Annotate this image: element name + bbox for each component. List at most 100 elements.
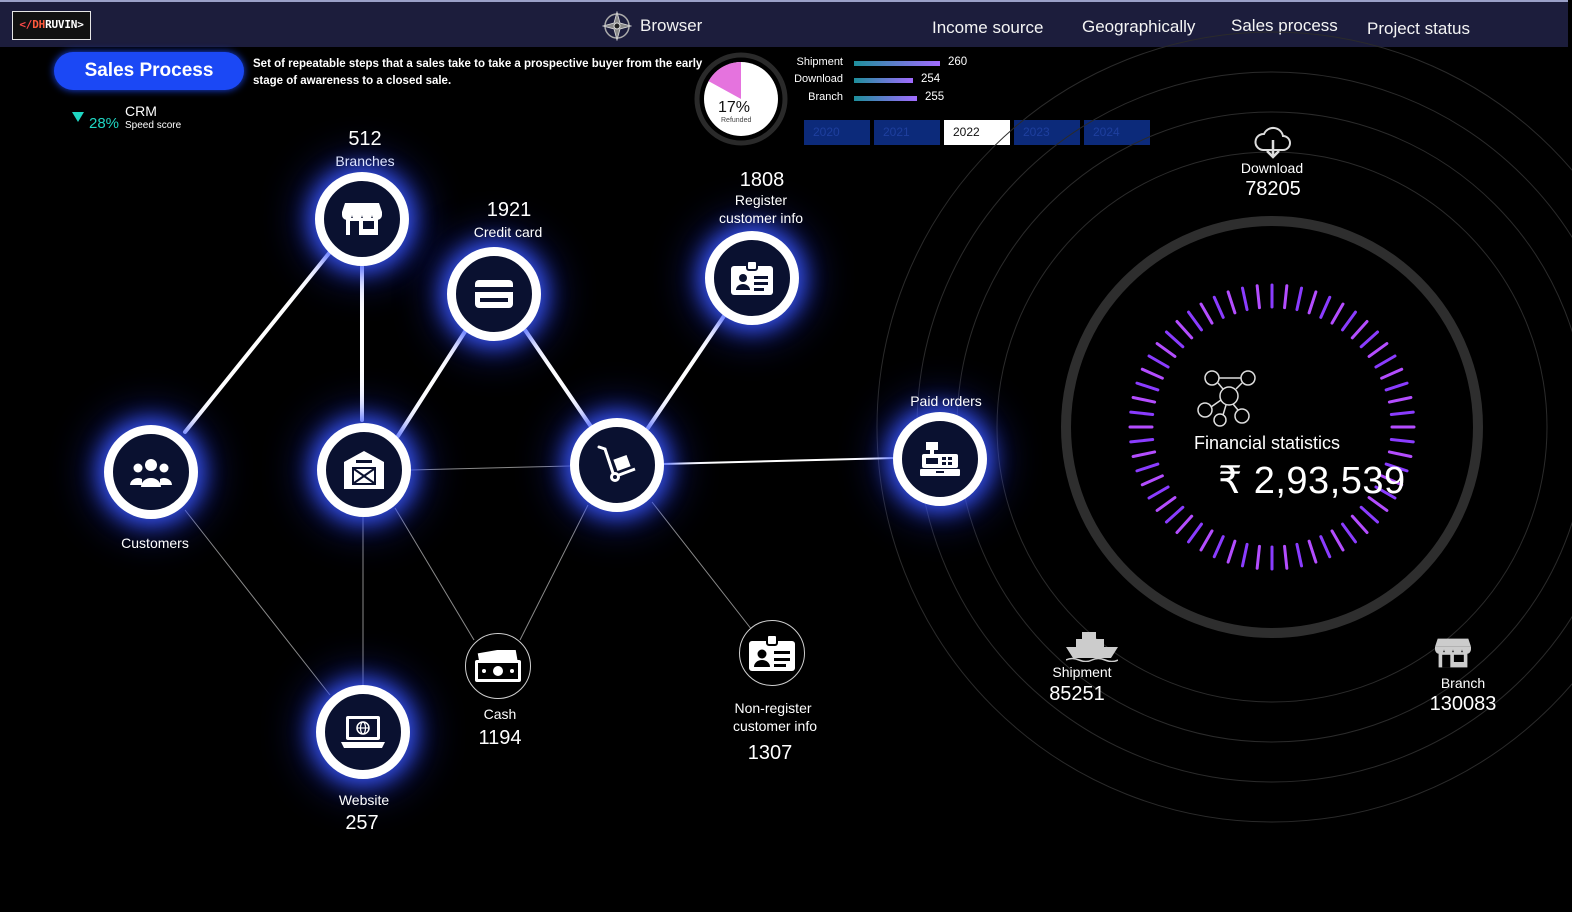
gauge-tick [1255, 544, 1261, 570]
website-value: 257 [345, 812, 379, 834]
credit-card-icon [475, 280, 513, 308]
gauge-tick [1341, 522, 1357, 544]
website-label: Website [338, 792, 390, 808]
delivery-node[interactable] [570, 418, 664, 512]
register-node[interactable] [705, 231, 799, 325]
financial-ring [1061, 216, 1483, 638]
network-canvas [183, 31, 1572, 823]
gauge-tick [1389, 410, 1415, 416]
gauge-tick [1155, 342, 1177, 358]
branch-value: 130083 [1429, 693, 1497, 715]
tick-gauge [1128, 283, 1416, 571]
branch-label: Branch [1440, 675, 1486, 691]
register-label-line1: Register [734, 192, 788, 208]
warehouse-icon [344, 451, 384, 489]
gauge-tick [1359, 330, 1380, 349]
store-icon [1435, 638, 1471, 668]
gauge-tick [1330, 302, 1345, 325]
non-register-label-line2: customer info [732, 718, 818, 734]
non-register-node[interactable] [739, 620, 805, 686]
gauge-tick [1135, 381, 1160, 392]
gauge-tick [1240, 542, 1249, 568]
register-label-line2: customer info [718, 210, 804, 226]
financial-value: ₹ 2,93,539 [1218, 460, 1406, 502]
gauge-tick [1319, 535, 1332, 559]
gauge-tick [1295, 286, 1304, 312]
gauge-tick [1147, 354, 1170, 369]
branches-value: 512 [348, 128, 382, 150]
paid-orders-connection [661, 457, 897, 465]
gauge-tick [1240, 286, 1249, 312]
gauge-tick [1283, 544, 1289, 570]
gauge-tick [1359, 505, 1380, 524]
non-register-value: 1307 [747, 742, 793, 764]
network-people-icon [1197, 370, 1256, 427]
gauge-tick [1341, 310, 1357, 332]
gauge-tick [1387, 395, 1413, 404]
cash-node[interactable] [465, 633, 531, 699]
cash-icon [475, 650, 521, 682]
gauge-tick [1389, 438, 1415, 444]
gauge-tick [1350, 514, 1369, 535]
laptop-icon [341, 716, 385, 748]
gauge-tick [1129, 410, 1155, 416]
users-icon [130, 459, 172, 487]
gauge-tick [1374, 354, 1397, 369]
gauge-tick [1140, 367, 1164, 380]
gauge-tick [1147, 485, 1170, 500]
gauge-tick [1307, 539, 1318, 564]
gauge-tick [1155, 496, 1177, 512]
store-icon [342, 203, 382, 235]
register-value: 1808 [739, 169, 785, 191]
paid-orders-node[interactable] [893, 412, 987, 506]
credit-card-label: Credit card [473, 224, 543, 240]
shipment-value: 85251 [1049, 683, 1105, 705]
cloud-download-icon [1254, 126, 1291, 159]
id-card-icon [731, 261, 773, 295]
paid-orders-label: Paid orders [910, 393, 982, 409]
gauge-tick [1384, 381, 1409, 392]
gauge-tick [1330, 529, 1345, 552]
download-label: Download [1240, 160, 1304, 176]
gauge-tick [1135, 462, 1160, 473]
gauge-tick [1131, 450, 1157, 459]
id-card-icon [749, 635, 795, 671]
hand-truck-icon [597, 445, 636, 482]
gauge-tick [1131, 395, 1157, 404]
cash-register-icon [920, 442, 960, 476]
website-node[interactable] [316, 685, 410, 779]
financial-title: Financial statistics [1194, 433, 1341, 453]
gauge-tick [1283, 284, 1289, 310]
gauge-tick [1175, 319, 1194, 340]
gauge-tick [1164, 330, 1185, 349]
gauge-tick [1319, 295, 1332, 319]
cash-value: 1194 [478, 727, 522, 749]
gauge-tick [1199, 302, 1214, 325]
gauge-tick [1140, 474, 1164, 487]
customers-node[interactable] [104, 425, 198, 519]
gauge-tick [1350, 319, 1369, 340]
cash-label: Cash [483, 706, 517, 722]
gauge-tick [1199, 529, 1214, 552]
gauge-tick [1187, 310, 1203, 332]
gauge-tick [1226, 539, 1237, 564]
credit-card-node[interactable] [447, 247, 541, 341]
shipment-label: Shipment [1052, 664, 1112, 680]
customers-label: Customers [121, 535, 189, 551]
gauge-tick [1255, 284, 1261, 310]
gauge-tick [1164, 505, 1185, 524]
gauge-tick [1295, 542, 1304, 568]
gauge-tick [1380, 367, 1404, 380]
credit-card-value: 1921 [486, 199, 532, 221]
non-register-label-line1: Non-register [734, 700, 812, 716]
gauge-tick [1212, 535, 1225, 559]
gauge-tick [1187, 522, 1203, 544]
warehouse-node[interactable] [317, 423, 411, 517]
ship-icon [1066, 632, 1118, 662]
branches-label: Branches [335, 153, 395, 169]
gauge-tick [1175, 514, 1194, 535]
gauge-tick [1367, 342, 1389, 358]
gauge-tick [1212, 295, 1225, 319]
gauge-tick [1129, 438, 1155, 444]
branches-node[interactable] [315, 172, 409, 266]
